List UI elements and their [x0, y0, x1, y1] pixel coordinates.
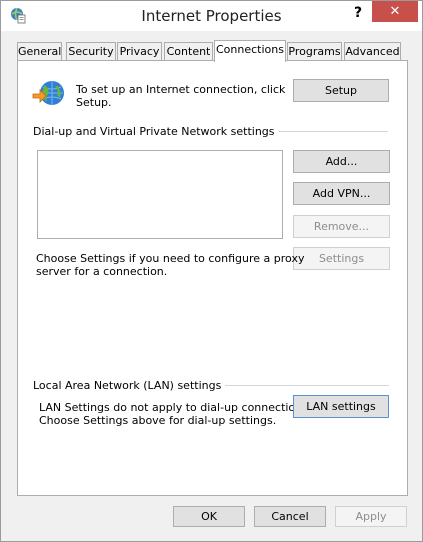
settings-button[interactable]: Settings [293, 247, 390, 270]
internet-properties-dialog: Internet Properties ? ✕ General Security… [0, 0, 423, 542]
connections-list[interactable] [37, 150, 283, 239]
tab-security[interactable]: Security [66, 42, 116, 61]
tab-privacy[interactable]: Privacy [117, 42, 162, 61]
tab-general[interactable]: General [17, 42, 62, 61]
tab-connections[interactable]: Connections [214, 40, 286, 62]
tab-content[interactable]: Content [164, 42, 213, 61]
lan-settings-button[interactable]: LAN settings [293, 395, 389, 418]
lan-text-line1: LAN Settings do not apply to dial-up con… [39, 401, 312, 414]
remove-button[interactable]: Remove... [293, 215, 390, 238]
lan-group-label: Local Area Network (LAN) settings [33, 379, 226, 392]
globe-arrow-icon [32, 81, 64, 105]
proxy-hint-line2: server for a connection. [36, 265, 168, 278]
ok-button[interactable]: OK [173, 506, 245, 527]
connections-panel: To set up an Internet connection, click … [17, 60, 408, 496]
proxy-hint-line1: Choose Settings if you need to configure… [36, 252, 305, 265]
title-bar: Internet Properties ? ✕ [1, 1, 422, 31]
setup-text-line1: To set up an Internet connection, click [76, 83, 286, 96]
apply-button[interactable]: Apply [335, 506, 407, 527]
tab-strip: General Security Privacy Content Connect… [17, 40, 407, 62]
cancel-button[interactable]: Cancel [254, 506, 326, 527]
lan-group-divider [204, 385, 389, 386]
setup-text-line2: Setup. [76, 96, 112, 109]
add-button[interactable]: Add... [293, 150, 390, 173]
lan-text-line2: Choose Settings above for dial-up settin… [39, 414, 277, 427]
close-button[interactable]: ✕ [372, 1, 418, 22]
dialup-group-label: Dial-up and Virtual Private Network sett… [33, 125, 279, 138]
add-vpn-button[interactable]: Add VPN... [293, 182, 390, 205]
tab-advanced[interactable]: Advanced [344, 42, 401, 61]
tab-programs[interactable]: Programs [287, 42, 342, 61]
setup-button[interactable]: Setup [293, 79, 389, 102]
help-button[interactable]: ? [348, 3, 368, 23]
